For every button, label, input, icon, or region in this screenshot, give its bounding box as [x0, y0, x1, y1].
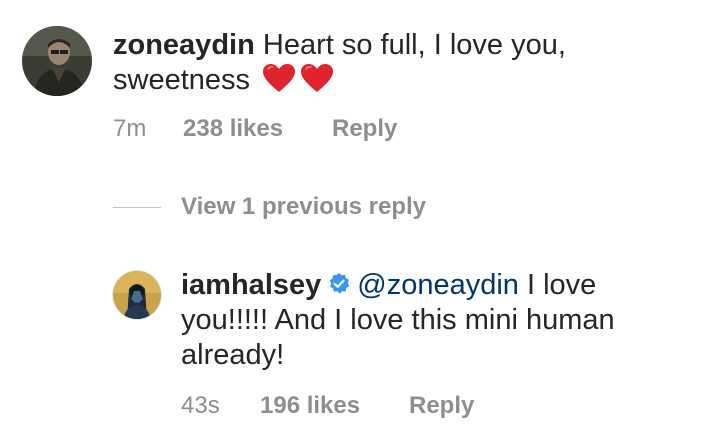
likes-count[interactable]: 196 likes — [260, 392, 360, 420]
red-heart-emoji-icon — [263, 64, 296, 92]
view-replies-button[interactable]: View 1 previous reply — [181, 193, 426, 221]
divider — [113, 207, 161, 208]
comment-time: 7m — [113, 115, 147, 142]
comment-text: zoneaydin Heart so full, I love you, swe… — [113, 28, 673, 98]
red-heart-emoji-icon — [301, 64, 334, 92]
reply-button[interactable]: Reply — [332, 115, 397, 143]
reply-button[interactable]: Reply — [409, 392, 474, 420]
likes-count[interactable]: 238 likes — [183, 115, 283, 143]
mention-link[interactable]: @zoneaydin — [357, 269, 519, 301]
comment-text: iamhalsey @zoneaydin I love you!!!!! And… — [181, 268, 661, 373]
comment-time: 43s — [181, 392, 220, 419]
comment-meta: 7m 238 likes Reply — [113, 115, 513, 143]
comment-meta: 43s 196 likes Reply — [181, 392, 581, 420]
verified-badge-icon — [329, 273, 350, 294]
avatar[interactable] — [22, 26, 92, 96]
username[interactable]: iamhalsey — [181, 269, 321, 301]
username[interactable]: zoneaydin — [113, 29, 255, 61]
view-previous-replies[interactable]: View 1 previous reply — [113, 193, 513, 223]
avatar[interactable] — [113, 271, 161, 319]
